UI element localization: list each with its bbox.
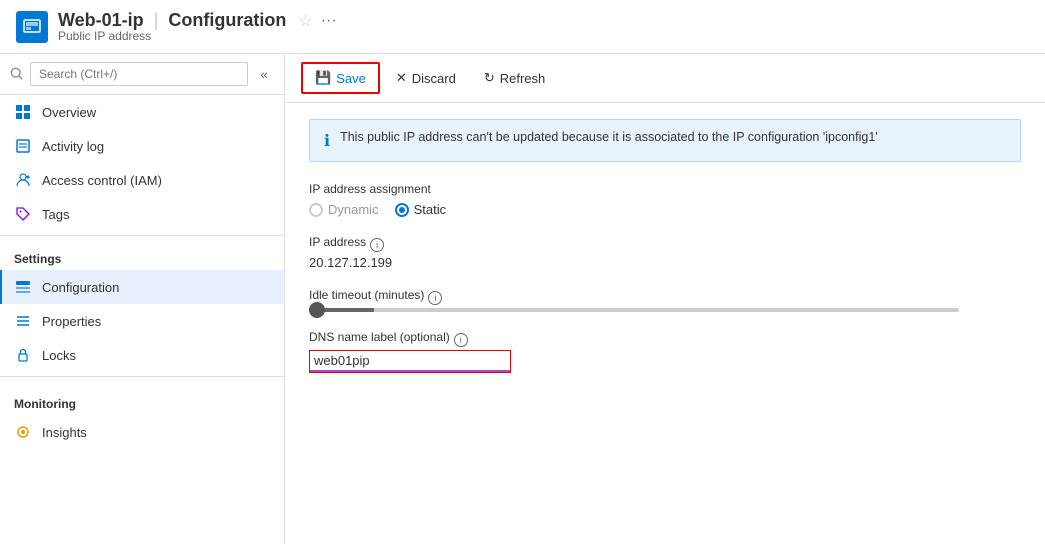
configuration-label: Configuration <box>42 280 119 295</box>
sidebar-item-iam[interactable]: Access control (IAM) <box>0 163 284 197</box>
assignment-radio-group: Dynamic Static <box>309 202 1021 217</box>
dns-label-row: DNS name label (optional) i <box>309 330 1021 350</box>
assignment-label: IP address assignment <box>309 182 1021 196</box>
page-header: Web-01-ip | Configuration ☆ ··· Public I… <box>0 0 1045 54</box>
static-label: Static <box>414 202 447 217</box>
save-icon: 💾 <box>315 70 331 86</box>
dynamic-label: Dynamic <box>328 202 379 217</box>
refresh-label: Refresh <box>500 71 546 86</box>
resource-type: Public IP address <box>58 29 337 43</box>
tags-label: Tags <box>42 207 69 222</box>
divider2 <box>0 376 284 377</box>
dns-info-icon[interactable]: i <box>454 333 468 347</box>
discard-icon: ✕ <box>396 70 407 86</box>
save-label: Save <box>336 71 366 86</box>
page-title: Configuration <box>168 10 286 31</box>
sidebar-item-properties[interactable]: Properties <box>0 304 284 338</box>
favorite-star[interactable]: ☆ <box>298 11 312 31</box>
settings-section-label: Settings <box>0 240 284 270</box>
ip-address-label-row: IP address i <box>309 235 1021 255</box>
ip-address-label: IP address <box>309 235 366 249</box>
dns-input-wrapper <box>309 350 511 373</box>
ip-assignment-group: IP address assignment Dynamic Static <box>309 182 1021 217</box>
static-radio-option[interactable]: Static <box>395 202 447 217</box>
divider <box>0 235 284 236</box>
static-radio-circle <box>395 203 409 217</box>
search-box: « <box>0 54 284 95</box>
sidebar-item-tags[interactable]: Tags <box>0 197 284 231</box>
collapse-button[interactable]: « <box>254 64 274 84</box>
info-banner-text: This public IP address can't be updated … <box>340 130 878 144</box>
sidebar-item-overview[interactable]: Overview <box>0 95 284 129</box>
ip-address-info-icon[interactable]: i <box>370 238 384 252</box>
info-banner-icon: ℹ <box>324 131 330 151</box>
locks-icon <box>14 346 32 364</box>
insights-label: Insights <box>42 425 87 440</box>
locks-label: Locks <box>42 348 76 363</box>
search-input[interactable] <box>30 62 248 86</box>
discard-button[interactable]: ✕ Discard <box>384 64 468 92</box>
ip-address-value: 20.127.12.199 <box>309 255 1021 270</box>
resource-icon <box>16 11 48 43</box>
idle-timeout-slider[interactable] <box>309 308 959 312</box>
config-icon <box>14 278 32 296</box>
tags-icon <box>14 205 32 223</box>
sidebar-item-insights[interactable]: Insights <box>0 415 284 449</box>
insights-icon <box>14 423 32 441</box>
refresh-icon: ↻ <box>484 70 495 86</box>
content-area: 💾 Save ✕ Discard ↻ Refresh ℹ This public… <box>285 54 1045 544</box>
overview-label: Overview <box>42 105 96 120</box>
main-content: ℹ This public IP address can't be update… <box>285 103 1045 544</box>
discard-label: Discard <box>412 71 456 86</box>
resource-name: Web-01-ip <box>58 10 144 31</box>
properties-icon <box>14 312 32 330</box>
dynamic-radio-option[interactable]: Dynamic <box>309 202 379 217</box>
overview-icon <box>14 103 32 121</box>
monitoring-section-label: Monitoring <box>0 385 284 415</box>
iam-icon <box>14 171 32 189</box>
sidebar-item-activity-log[interactable]: Activity log <box>0 129 284 163</box>
dns-label-group: DNS name label (optional) i <box>309 330 1021 373</box>
refresh-button[interactable]: ↻ Refresh <box>472 64 557 92</box>
dns-label: DNS name label (optional) <box>309 330 450 344</box>
header-meta: Web-01-ip | Configuration ☆ ··· Public I… <box>58 10 337 43</box>
toolbar: 💾 Save ✕ Discard ↻ Refresh <box>285 54 1045 103</box>
sidebar-item-locks[interactable]: Locks <box>0 338 284 372</box>
dns-input[interactable] <box>310 351 510 372</box>
info-banner: ℹ This public IP address can't be update… <box>309 119 1021 162</box>
ip-address-group: IP address i 20.127.12.199 <box>309 235 1021 270</box>
sidebar: « Overview Activity log Access control (… <box>0 54 285 544</box>
more-options[interactable]: ··· <box>321 12 337 30</box>
activity-log-label: Activity log <box>42 139 104 154</box>
search-icon <box>10 67 24 81</box>
sidebar-item-configuration[interactable]: Configuration <box>0 270 284 304</box>
properties-label: Properties <box>42 314 101 329</box>
activity-icon <box>14 137 32 155</box>
iam-label: Access control (IAM) <box>42 173 162 188</box>
dynamic-radio-circle <box>309 203 323 217</box>
idle-timeout-slider-container <box>309 308 1021 312</box>
idle-timeout-group: Idle timeout (minutes) i <box>309 288 1021 312</box>
idle-timeout-label: Idle timeout (minutes) <box>309 288 424 302</box>
main-layout: « Overview Activity log Access control (… <box>0 54 1045 544</box>
save-button[interactable]: 💾 Save <box>301 62 380 94</box>
